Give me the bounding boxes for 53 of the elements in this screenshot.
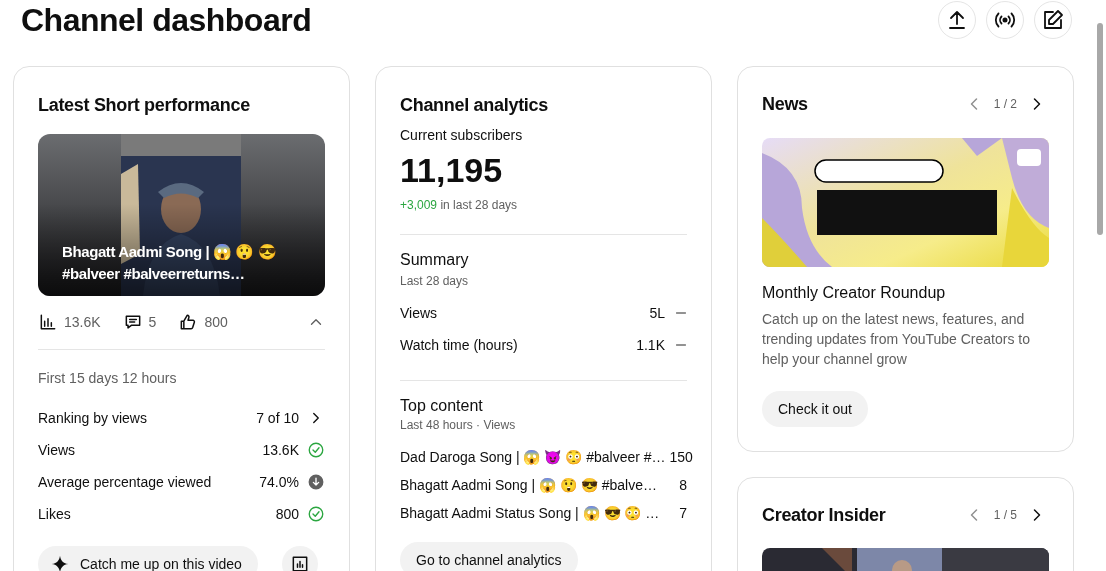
change-caption: in last 28 days <box>439 198 518 212</box>
comments-count: 5 <box>148 312 157 332</box>
change-value: +3,009 <box>400 198 438 212</box>
metric-value: 7 of 10 <box>256 408 299 428</box>
card-title: Channel analytics <box>400 94 549 117</box>
period-label: Last 28 days <box>400 273 470 289</box>
card-title: Creator Insider <box>762 503 887 527</box>
check-circle-icon <box>307 441 325 459</box>
video-title: Bhagatt Aadmi Song | 😱 😲 😎 #balveer #balveerreturns… <box>62 242 278 284</box>
section-title: Top content <box>400 396 484 416</box>
arrow-down-circle-icon <box>307 473 325 491</box>
metric-label: Likes <box>38 504 72 524</box>
metric-value: 13.6K <box>262 440 299 460</box>
edit-button[interactable] <box>1034 1 1072 39</box>
views-count: 13.6K <box>64 312 101 332</box>
bar-chart-icon <box>38 312 58 332</box>
metric-value: 5L <box>649 303 665 323</box>
page-indicator: 1 / 5 <box>993 507 1017 524</box>
metric-label: Average percentage viewed <box>38 472 213 492</box>
view-count: 8 <box>679 475 687 495</box>
metric-label: Views <box>400 303 439 323</box>
metric-label: Ranking by views <box>38 408 148 428</box>
view-count: 150 <box>669 447 693 467</box>
live-button[interactable] <box>986 1 1024 39</box>
content-title[interactable]: Dad Daroga Song | 😱 😈 😳 #balveer #… <box>400 446 666 468</box>
channel-analytics-button[interactable]: Go to channel analytics <box>400 542 578 571</box>
upload-button[interactable] <box>938 1 976 39</box>
news-description: Catch up on the latest news, features, and trending updates from YouTube Creators to help your channel grow <box>762 310 1031 369</box>
page-indicator: 1 / 2 <box>993 96 1017 113</box>
period-label: First 15 days 12 hours <box>38 369 178 388</box>
metric-value: 1.1K <box>636 335 665 355</box>
subscribers-label: Current subscribers <box>400 126 524 144</box>
metric-label: Views <box>38 440 77 460</box>
analytics-button[interactable] <box>281 546 318 571</box>
check-it-out-button[interactable]: Check it out <box>762 391 868 427</box>
period-label: Last 48 hours · Views <box>400 417 517 433</box>
catch-up-button[interactable]: Catch me up on this video <box>38 546 258 571</box>
page-title: Channel dashboard <box>21 4 312 36</box>
view-count: 7 <box>679 503 687 523</box>
video-thumbnail[interactable]: Bhagatt Aadmi Song | 😱 😲 😎 #balveer #balveerreturns… <box>38 134 325 296</box>
subscriber-count: 11,195 <box>400 150 504 190</box>
card-title: Latest Short performance <box>38 94 251 117</box>
content-title[interactable]: Bhagatt Aadmi Status Song | 😱 😎 😳 … <box>400 502 676 524</box>
metric-value: 800 <box>275 504 299 524</box>
content-title[interactable]: Bhagatt Aadmi Song | 😱 😲 😎 #balve… <box>400 474 676 496</box>
section-title: Summary <box>400 250 470 270</box>
metric-value: 74.0% <box>259 472 299 492</box>
news-title: Monthly Creator Roundup <box>762 283 947 303</box>
metric-label: Watch time (hours) <box>400 335 519 355</box>
check-circle-icon <box>307 505 325 523</box>
edit-icon <box>1041 8 1065 32</box>
card-title: News <box>762 92 809 116</box>
likes-count: 800 <box>204 312 228 332</box>
